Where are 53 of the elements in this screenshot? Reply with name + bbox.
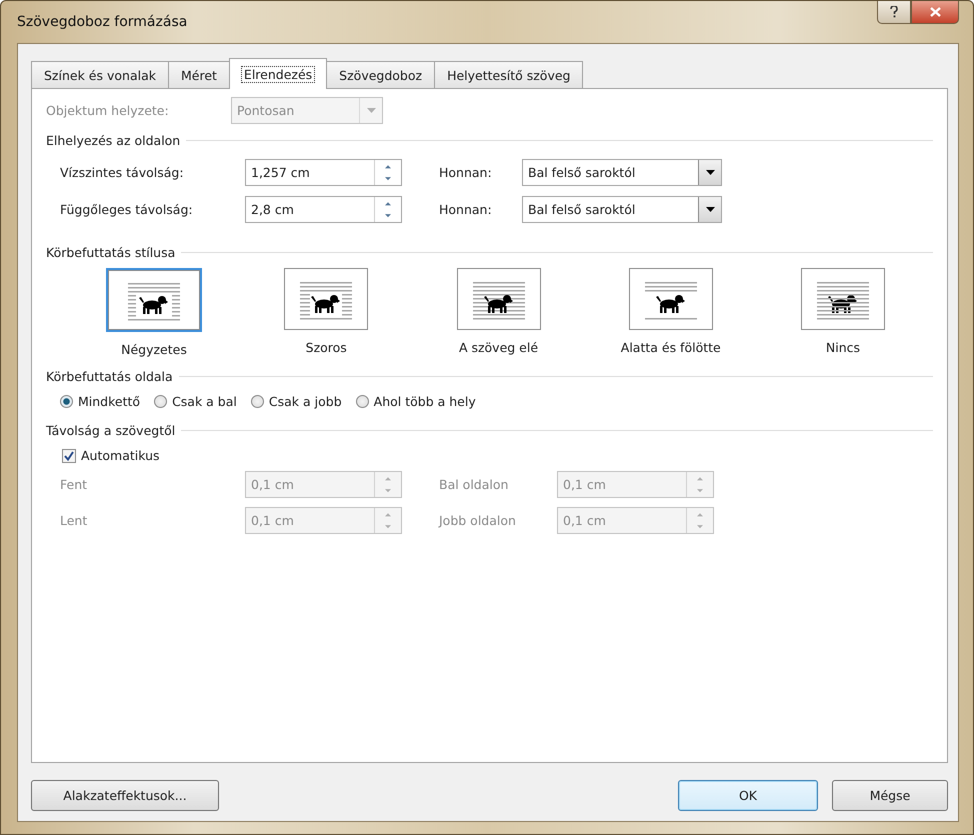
tab[interactable]: Szövegdoboz <box>326 61 436 88</box>
option-label: Négyzetes <box>121 342 187 357</box>
window-title: Szövegdoboz formázása <box>17 14 188 30</box>
field-label: Fent <box>60 477 88 492</box>
wrap-style-button[interactable] <box>106 268 202 332</box>
field-label: Jobb oldalon <box>439 513 517 528</box>
dialog-button[interactable]: OK <box>678 780 818 811</box>
dropdown-field[interactable]: Bal felső saroktól <box>522 196 722 223</box>
caret-icon <box>706 207 714 212</box>
field-label: Lent <box>60 513 88 528</box>
help-icon <box>890 6 898 18</box>
spin-field[interactable]: 1,257 cm <box>245 159 402 186</box>
radio-button[interactable] <box>60 395 73 408</box>
tab[interactable]: Helyettesítő szöveg <box>434 61 584 88</box>
close-button[interactable] <box>911 1 959 24</box>
checkbox[interactable] <box>62 448 76 462</box>
section-heading: Körbefuttatás stílusa <box>46 245 176 260</box>
spin-field[interactable]: 2,8 cm <box>245 196 402 223</box>
close-icon <box>930 7 940 17</box>
checkbox-label: Automatikus <box>81 448 160 463</box>
dialog-button[interactable]: Mégse <box>832 780 948 811</box>
wrap-style-button[interactable] <box>628 268 713 330</box>
dropdown-field[interactable]: Bal felső saroktól <box>522 159 722 186</box>
radio-label: Mindkettő <box>78 394 140 409</box>
section-heading: Elhelyezés az oldalon <box>46 133 180 148</box>
field-label: Függőleges távolság: <box>60 202 194 217</box>
field-label: Objektum helyzete: <box>46 103 170 118</box>
radio-button[interactable] <box>356 395 369 408</box>
section-heading: Távolság a szövegtől <box>46 423 176 438</box>
radio-button[interactable] <box>250 395 264 408</box>
wrap-style-button[interactable] <box>456 268 540 330</box>
dialog-button[interactable]: Alakzateffektusok... <box>31 780 219 811</box>
help-button[interactable] <box>877 1 911 24</box>
tab[interactable]: Méret <box>168 61 230 88</box>
field-label: Honnan: <box>439 202 493 217</box>
option-label: Alatta és fölötte <box>620 340 721 355</box>
field-label: Vízszintes távolság: <box>60 165 185 180</box>
field-label: Bal oldalon <box>439 477 510 492</box>
wrap-style-button[interactable] <box>284 268 368 330</box>
tab[interactable]: Színek és vonalak <box>31 61 169 88</box>
section-heading: Körbefuttatás oldala <box>46 369 173 384</box>
option-label: A szöveg elé <box>458 340 538 355</box>
radio-label: Ahol több a hely <box>374 394 476 409</box>
caret-icon <box>706 170 714 175</box>
radio-label: Csak a bal <box>172 394 237 409</box>
radio-label: Csak a jobb <box>268 394 342 409</box>
radio-button[interactable] <box>154 395 168 408</box>
tab[interactable]: Elrendezés <box>228 58 328 89</box>
field-label: Honnan: <box>439 165 493 180</box>
caret-icon <box>366 108 376 113</box>
wrap-style-button[interactable] <box>801 268 885 330</box>
option-label: Nincs <box>826 340 860 355</box>
option-label: Szoros <box>306 340 347 355</box>
